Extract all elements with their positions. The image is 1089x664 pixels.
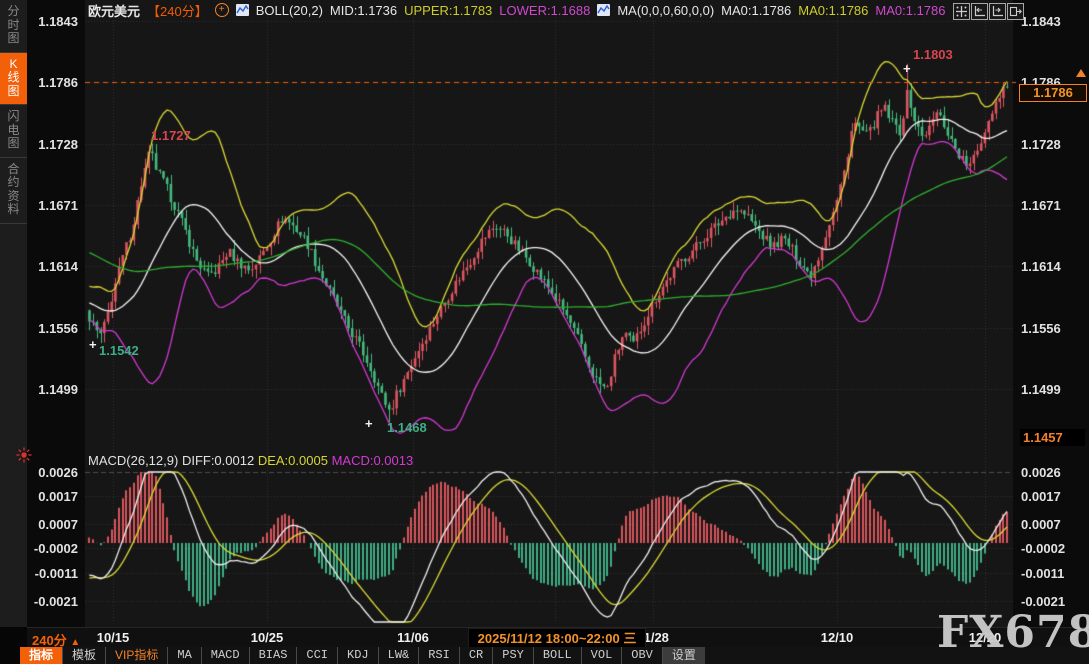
zoom-axis-left-icon[interactable] xyxy=(971,3,988,20)
candlestick-chart-canvas[interactable] xyxy=(0,0,1089,664)
pan-right-icon[interactable] xyxy=(1007,3,1024,20)
toolbar-item-macd[interactable]: MACD xyxy=(201,647,249,664)
chart-header: 欧元美元 【240分】 + BOLL(20,2) MID:1.1736 UPPE… xyxy=(88,2,946,18)
toolbar-item-rsi[interactable]: RSI xyxy=(418,647,459,664)
price-axis-label: 1.1499 xyxy=(1021,382,1061,397)
timeline-bar: 240分 ▲ 10/1510/2511/0611/2812/1012/20 20… xyxy=(27,627,1089,648)
toolbar-item-bias[interactable]: BIAS xyxy=(249,647,297,664)
price-axis-label: 1.1614 xyxy=(26,259,78,274)
price-axis-label: 1.1614 xyxy=(1021,259,1061,274)
toolbar-item-2[interactable]: VIP指标 xyxy=(105,647,167,664)
sidebar-item-3[interactable]: 合约资料 xyxy=(0,158,27,224)
extreme-marker-icon: + xyxy=(89,341,97,349)
price-axis-label: 1.1786 xyxy=(26,75,78,90)
price-annotation: 1.1803 xyxy=(913,47,953,62)
macd-axis-label: -0.0002 xyxy=(1021,541,1065,556)
macd-axis-label: 0.0026 xyxy=(1021,465,1061,480)
toolbar-item-15[interactable]: 设置 xyxy=(662,647,705,664)
current-price-box: 1.1786 xyxy=(1019,84,1087,102)
crosshair-date-tooltip: 2025/11/12 18:00~22:00 三 xyxy=(468,628,646,649)
period-label: 【240分】 xyxy=(147,1,208,20)
price-axis-label: 1.1671 xyxy=(1021,198,1061,213)
macd-macd-value: MACD:0.0013 xyxy=(332,453,414,468)
toolbar-item-1[interactable]: 模板 xyxy=(62,647,105,664)
date-tick: 10/15 xyxy=(97,630,130,645)
macd-axis-label: -0.0021 xyxy=(26,594,78,609)
toolbar-item-0[interactable]: 指标 xyxy=(20,647,62,664)
live-beacon-icon xyxy=(15,446,33,464)
price-axis-label: 1.1843 xyxy=(26,14,78,29)
ma-label: MA(0,0,0,60,0,0) xyxy=(617,3,714,18)
session-low-label: 1.1457 xyxy=(1020,429,1085,446)
extreme-marker-icon: + xyxy=(903,65,911,73)
toolbar-item-cci[interactable]: CCI xyxy=(296,647,337,664)
extreme-marker-icon: + xyxy=(365,420,373,428)
price-axis-label: 1.1671 xyxy=(26,198,78,213)
toolbar-item-boll[interactable]: BOLL xyxy=(533,647,581,664)
indicator-toolbar: 指标模板VIP指标MAMACDBIASCCIKDJLW&RSICRPSYBOLL… xyxy=(20,647,1089,664)
ma3-value: MA0:1.1786 xyxy=(875,3,945,18)
ma2-value: MA0:1.1786 xyxy=(798,3,868,18)
price-axis-label: 1.1556 xyxy=(26,321,78,336)
boll-indicator-icon[interactable] xyxy=(236,4,249,16)
sidebar-item-0[interactable]: 分时图 xyxy=(0,0,27,53)
macd-axis-label: -0.0021 xyxy=(1021,594,1065,609)
macd-name: MACD(26,12,9) xyxy=(88,453,178,468)
macd-axis-label: -0.0011 xyxy=(1021,566,1064,581)
price-axis-label: 1.1499 xyxy=(26,382,78,397)
macd-axis-label: -0.0002 xyxy=(26,541,78,556)
ma-indicator-icon[interactable] xyxy=(597,4,610,16)
macd-axis-label: 0.0017 xyxy=(1021,489,1061,504)
price-annotation: 1.1727 xyxy=(151,128,191,143)
zoom-axis-right-icon[interactable] xyxy=(989,3,1006,20)
price-axis-label: 1.1728 xyxy=(1021,137,1061,152)
date-tick: 10/25 xyxy=(251,630,284,645)
toolbar-item-psy[interactable]: PSY xyxy=(492,647,533,664)
sidebar: 分时图K线图闪电图合约资料 xyxy=(0,0,27,627)
date-tick: 12/20 xyxy=(969,630,1002,645)
toolbar-item-cr[interactable]: CR xyxy=(459,647,492,664)
price-annotation: 1.1468 xyxy=(387,420,427,435)
circle-plus-icon[interactable]: + xyxy=(215,3,229,17)
boll-mid-value: MID:1.1736 xyxy=(330,3,397,18)
price-axis-label: 1.1556 xyxy=(1021,321,1061,336)
sidebar-item-1[interactable]: K线图 xyxy=(0,53,27,106)
macd-axis-label: 0.0007 xyxy=(1021,517,1061,532)
ma1-value: MA0:1.1786 xyxy=(721,3,791,18)
macd-axis-label: 0.0007 xyxy=(26,517,78,532)
symbol-name: 欧元美元 xyxy=(88,1,140,20)
macd-axis-label: -0.0011 xyxy=(26,566,78,581)
boll-lower-value: LOWER:1.1688 xyxy=(499,3,590,18)
sidebar-item-2[interactable]: 闪电图 xyxy=(0,105,27,158)
chart-app: 分时图K线图闪电图合约资料 欧元美元 【240分】 + BOLL(20,2) M… xyxy=(0,0,1089,664)
price-annotation: 1.1542 xyxy=(99,343,139,358)
macd-axis-label: 0.0026 xyxy=(26,465,78,480)
toolbar-item-obv[interactable]: OBV xyxy=(621,647,662,664)
toolbar-item-ma[interactable]: MA xyxy=(167,647,200,664)
macd-diff-value: DIFF:0.0012 xyxy=(182,453,254,468)
move-icon[interactable] xyxy=(953,3,970,20)
macd-dea-value: DEA:0.0005 xyxy=(258,453,328,468)
price-axis-label: 1.1843 xyxy=(1021,14,1061,29)
macd-axis-label: 0.0017 xyxy=(26,489,78,504)
toolbar-item-vol[interactable]: VOL xyxy=(581,647,622,664)
toolbar-item-kdj[interactable]: KDJ xyxy=(337,647,378,664)
date-tick: 11/06 xyxy=(397,630,429,645)
date-tick: 12/10 xyxy=(821,630,854,645)
price-axis-label: 1.1728 xyxy=(26,137,78,152)
toolbar-item-lw&[interactable]: LW& xyxy=(378,647,419,664)
boll-upper-value: UPPER:1.1783 xyxy=(404,3,492,18)
latest-price-arrow-icon[interactable] xyxy=(1076,69,1086,77)
macd-header: MACD(26,12,9) DIFF:0.0012 DEA:0.0005 MAC… xyxy=(88,453,413,468)
boll-label: BOLL(20,2) xyxy=(256,3,323,18)
